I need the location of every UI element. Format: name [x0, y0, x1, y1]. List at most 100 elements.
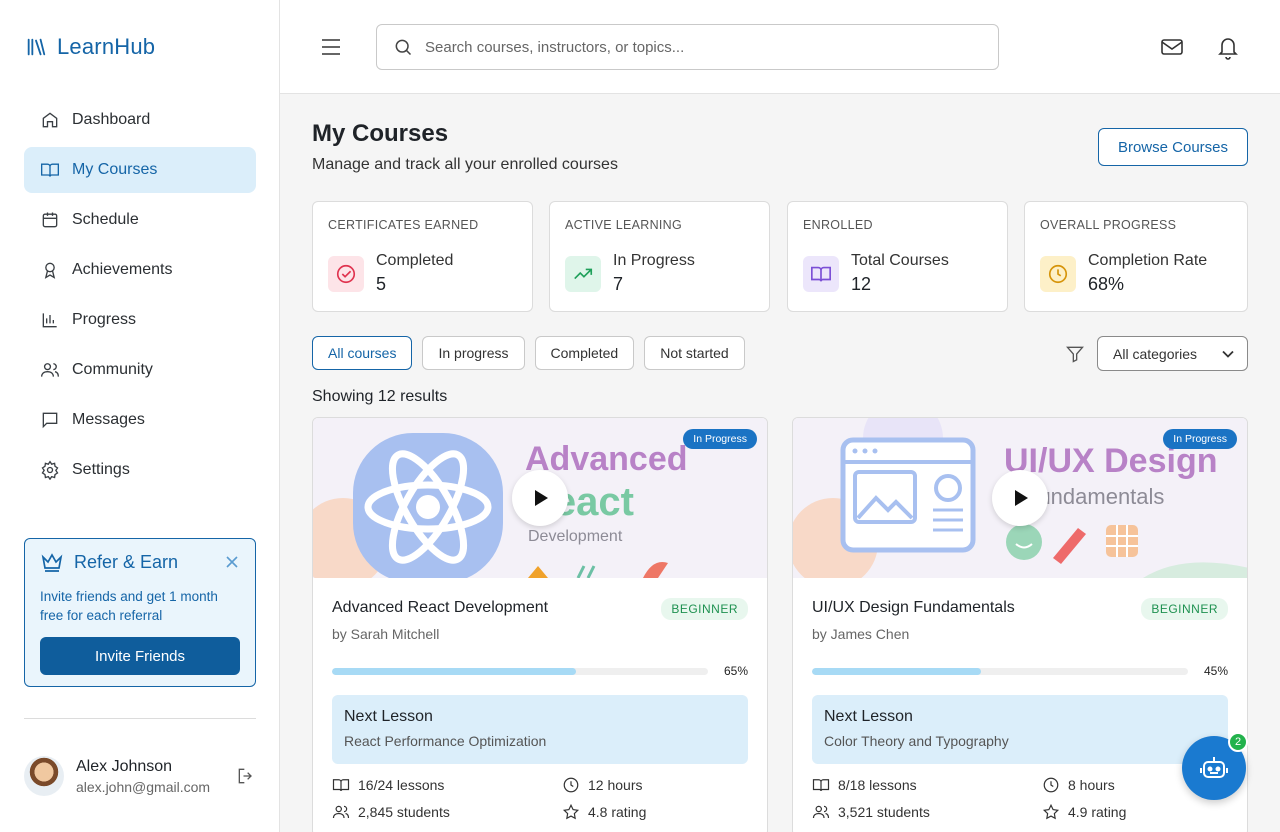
clock-icon	[563, 777, 579, 793]
stat-card-completed: CERTIFICATES EARNED Completed 5	[312, 201, 533, 312]
lessons-text: 16/24 lessons	[358, 777, 445, 793]
hours-text: 12 hours	[588, 777, 643, 793]
refer-text: Invite friends and get 1 month free for …	[40, 589, 218, 623]
sidebar-item-label: Progress	[72, 311, 137, 328]
filter-all-courses[interactable]: All courses	[312, 336, 413, 370]
sidebar-item-community[interactable]: Community	[24, 347, 256, 393]
play-icon	[535, 490, 548, 506]
level-badge: BEGINNER	[1141, 598, 1228, 620]
sidebar-item-label: Dashboard	[72, 111, 151, 128]
search-bar[interactable]	[376, 24, 999, 70]
gear-icon	[41, 460, 59, 480]
users-icon	[41, 363, 59, 377]
stat-label: ENROLLED	[803, 218, 873, 232]
meta-students: 2,845 students	[332, 803, 562, 821]
sidebar-item-label: My Courses	[72, 161, 158, 178]
sidebar-item-messages[interactable]: Messages	[24, 397, 256, 443]
stat-name: Total Courses	[851, 252, 949, 269]
search-icon	[395, 39, 412, 56]
page-subtitle: Manage and track all your enrolled cours…	[312, 156, 618, 173]
invite-friends-button[interactable]: Invite Friends	[40, 637, 240, 675]
course-thumbnail: UI/UX Design Fundamentals In Progress	[793, 418, 1247, 578]
filter-in-progress[interactable]: In progress	[422, 336, 525, 370]
refer-header: Refer & Earn	[40, 551, 240, 573]
stat-value: 68%	[1088, 274, 1125, 294]
lessons-text: 8/18 lessons	[838, 777, 917, 793]
assistant-button[interactable]: 2	[1182, 732, 1248, 800]
logout-icon[interactable]	[236, 766, 256, 786]
play-icon	[1015, 490, 1028, 506]
sidebar-item-my-courses[interactable]: My Courses	[24, 147, 256, 193]
divider	[24, 718, 256, 719]
clock-icon	[1040, 255, 1076, 292]
stat-name: Completed	[376, 252, 454, 269]
meta-hours: 12 hours	[562, 776, 742, 794]
next-lesson-box[interactable]: Next Lesson React Performance Optimizati…	[332, 695, 748, 764]
play-button[interactable]	[512, 470, 568, 526]
course-card[interactable]: UI/UX Design Fundamentals In Progress UI…	[792, 417, 1248, 832]
course-instructor: by James Chen	[812, 626, 910, 642]
menu-icon[interactable]	[320, 36, 342, 58]
progress-row: 45%	[812, 664, 1228, 678]
page-title: My Courses	[312, 120, 449, 147]
progress-track	[332, 667, 708, 675]
app-name: LearnHub	[57, 34, 156, 59]
sidebar-item-settings[interactable]: Settings	[24, 447, 256, 493]
users-icon	[812, 805, 830, 819]
home-icon	[42, 112, 58, 128]
progress-percent: 65%	[723, 664, 748, 678]
logo[interactable]: LearnHub	[25, 34, 155, 60]
sidebar-item-label: Settings	[72, 461, 130, 478]
category-select[interactable]: All categories	[1097, 336, 1248, 371]
stat-name: In Progress	[613, 252, 695, 269]
trending-up-icon	[565, 255, 601, 292]
sidebar-item-schedule[interactable]: Schedule	[24, 197, 256, 243]
star-icon	[562, 803, 580, 820]
filter-not-started[interactable]: Not started	[644, 336, 745, 370]
course-meta: 16/24 lessons 12 hours 2,845 students 4.…	[332, 776, 748, 821]
next-lesson-heading: Next Lesson	[824, 708, 913, 725]
bell-icon[interactable]	[1216, 34, 1240, 60]
user-profile[interactable]: Alex Johnson alex.john@gmail.com	[24, 756, 210, 796]
meta-rating: 4.9 rating	[1042, 803, 1222, 821]
sidebar-item-label: Messages	[72, 411, 145, 428]
stat-value: 12	[851, 274, 872, 294]
chevron-down-icon	[1222, 350, 1234, 358]
progress-percent: 45%	[1203, 664, 1228, 678]
rating-text: 4.9 rating	[1068, 804, 1127, 820]
book-icon	[332, 779, 350, 792]
course-body: UI/UX Design Fundamentals BEGINNER by Ja…	[793, 578, 1247, 821]
search-input[interactable]	[425, 38, 965, 56]
course-card[interactable]: Advanced React Development In Progress A…	[312, 417, 768, 832]
close-icon[interactable]	[225, 555, 239, 569]
sidebar-item-achievements[interactable]: Achievements	[24, 247, 256, 293]
filter-icon[interactable]	[1065, 344, 1085, 364]
sidebar-item-dashboard[interactable]: Dashboard	[24, 97, 256, 143]
library-icon	[27, 38, 46, 56]
course-body: Advanced React Development BEGINNER by S…	[313, 578, 767, 821]
stat-label: OVERALL PROGRESS	[1040, 218, 1177, 232]
sidebar-item-progress[interactable]: Progress	[24, 297, 256, 343]
mail-icon[interactable]	[1160, 35, 1184, 59]
filter-completed[interactable]: Completed	[534, 336, 635, 370]
thumb-text-line3: Development	[528, 528, 623, 545]
browse-courses-button[interactable]: Browse Courses	[1098, 128, 1248, 166]
message-icon	[42, 412, 58, 429]
students-text: 3,521 students	[838, 804, 930, 820]
book-icon	[41, 163, 59, 177]
meta-students: 3,521 students	[812, 803, 1042, 821]
results-count: Showing 12 results	[312, 388, 448, 405]
book-icon	[812, 779, 830, 792]
course-thumbnail: Advanced React Development In Progress	[313, 418, 767, 578]
course-meta: 8/18 lessons 8 hours 3,521 students 4.9 …	[812, 776, 1228, 821]
crown-icon	[41, 553, 63, 572]
check-circle-icon	[328, 255, 364, 292]
progress-row: 65%	[332, 664, 748, 678]
sidebar: LearnHub Dashboard My Courses Schedule A…	[0, 0, 280, 832]
play-button[interactable]	[992, 470, 1048, 526]
progress-fill	[332, 667, 577, 675]
star-icon	[1042, 803, 1060, 820]
stat-value: 7	[613, 274, 624, 294]
calendar-icon	[42, 212, 58, 228]
next-lesson-box[interactable]: Next Lesson Color Theory and Typography	[812, 695, 1228, 764]
